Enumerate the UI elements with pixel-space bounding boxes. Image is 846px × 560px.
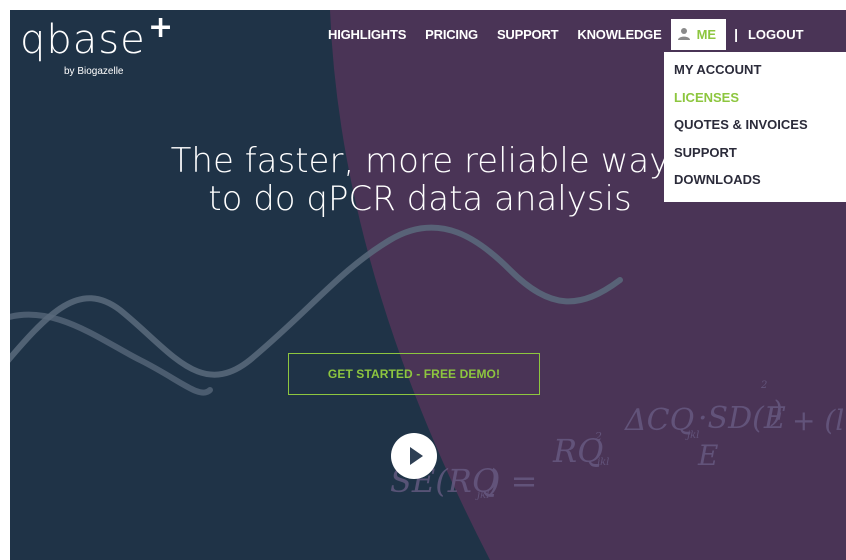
hero-headline: The faster, more reliable way to do qPCR… [140,142,700,218]
svg-text:) =: ) = [487,462,537,500]
svg-text:+ (ln: + (ln [792,404,846,437]
headline-line-1: The faster, more reliable way [170,141,670,181]
play-video-button[interactable] [391,433,437,479]
hero-section: SE(RQ jkl ) = RQ 2 jkl ΔCQ jkl ·SD(E 2 )… [10,10,846,560]
nav-me-label: ME [696,26,717,42]
get-started-demo-button[interactable]: GET STARTED - FREE DEMO! [288,353,540,395]
nav-logout[interactable]: LOGOUT [748,27,804,42]
nav-separator: | [734,26,738,42]
svg-text:ΔCQ: ΔCQ [624,403,694,438]
menu-item-quotes-invoices[interactable]: QUOTES & INVOICES [664,116,846,144]
logo-plus-mark: + [148,10,174,45]
headline-line-2: to do qPCR data analysis [208,179,632,219]
menu-item-my-account[interactable]: MY ACCOUNT [664,61,846,89]
svg-text:2: 2 [594,430,602,443]
nav-me-button[interactable]: ME [670,18,727,50]
logo-wordmark: qbase [20,17,146,63]
svg-text:): ) [770,395,783,430]
top-nav: HIGHLIGHTS PRICING SUPPORT KNOWLEDGE ME … [328,18,804,50]
svg-text:E: E [697,439,718,472]
nav-pricing[interactable]: PRICING [425,27,478,42]
nav-knowledge[interactable]: KNOWLEDGE [577,27,661,42]
play-icon [409,447,423,465]
logo-tagline: by Biogazelle [64,66,124,77]
brand-logo[interactable]: qbase + by Biogazelle [20,10,173,77]
nav-highlights[interactable]: HIGHLIGHTS [328,27,406,42]
svg-text:2: 2 [760,380,767,391]
user-icon [677,28,690,40]
svg-text:jkl: jkl [595,457,609,468]
menu-item-licenses[interactable]: LICENSES [664,89,846,117]
nav-support[interactable]: SUPPORT [497,27,559,42]
